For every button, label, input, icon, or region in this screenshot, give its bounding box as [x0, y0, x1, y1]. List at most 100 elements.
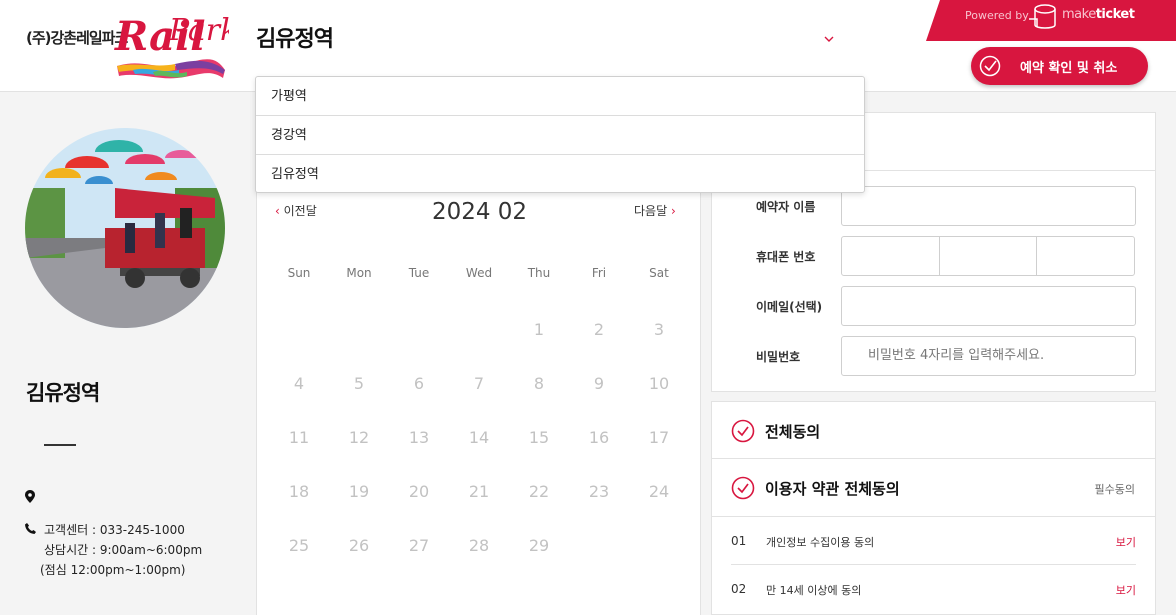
weekday-label: Wed [465, 266, 493, 280]
weekday-label: Tue [408, 266, 430, 280]
powered-by-banner: Powered by maketicket [926, 0, 1176, 41]
calendar-empty-cell [329, 302, 389, 356]
phone-label: 휴대폰 번호 [756, 250, 816, 264]
calendar-day: 5 [353, 373, 365, 393]
calendar-day: 12 [348, 427, 370, 447]
calendar-day: 21 [468, 481, 490, 501]
maketicket-make: make [1062, 7, 1096, 22]
railpark-logo[interactable]: Rail Park [113, 6, 229, 82]
term-row: 02 만 14세 이상에 동의 보기 [731, 565, 1136, 613]
powered-by-label: Powered by [965, 9, 1029, 22]
name-label: 예약자 이름 [756, 200, 816, 214]
calendar-day: 18 [288, 481, 310, 501]
term-text: 개인정보 수집이용 동의 [766, 536, 875, 549]
calendar-day: 2 [593, 319, 605, 339]
name-input[interactable] [841, 186, 1136, 226]
calendar-day: 6 [413, 373, 425, 393]
calendar-empty-cell [449, 302, 509, 356]
weekday-label: Sat [649, 266, 669, 280]
calendar-day: 16 [588, 427, 610, 447]
calendar-day: 10 [648, 373, 670, 393]
term-view-link[interactable]: 보기 [1116, 534, 1136, 550]
calendar-day: 14 [468, 427, 490, 447]
calendar-day: 1 [533, 319, 545, 339]
check-circle-icon [731, 476, 755, 500]
email-input[interactable] [841, 286, 1136, 326]
station-select[interactable]: 김유정역 [256, 22, 838, 58]
password-label: 비밀번호 [756, 350, 801, 364]
customer-center-phone: 고객센터 : 033-245-1000 [44, 523, 185, 537]
calendar-day: 11 [288, 427, 310, 447]
chevron-down-icon [824, 36, 834, 42]
station-photo [25, 128, 225, 328]
calendar-day: 24 [648, 481, 670, 501]
lunch-hours: (점심 12:00pm~1:00pm) [40, 563, 186, 577]
term-number: 01 [731, 534, 747, 548]
agree-terms-row[interactable]: 이용자 약관 전체동의 필수동의 [712, 459, 1155, 517]
weekday-header: Sun Mon Tue Wed Thu Fri Sat [269, 266, 689, 280]
contact-info: 고객센터 : 033-245-1000 상담시간 : 9:00am~6:00pm… [40, 520, 203, 580]
calendar-day: 29 [528, 535, 550, 555]
calendar-day: 20 [408, 481, 430, 501]
dropdown-option[interactable]: 김유정역 [256, 155, 864, 194]
selected-station: 김유정역 [256, 27, 334, 52]
calendar-day: 19 [348, 481, 370, 501]
calendar-day: 23 [588, 481, 610, 501]
weekday-label: Sun [287, 266, 311, 280]
weekday-label: Fri [591, 266, 607, 280]
weekday-label: Thu [527, 266, 551, 280]
maketicket-ticket: ticket [1095, 7, 1135, 22]
station-name: 김유정역 [26, 381, 100, 405]
next-month-button[interactable]: 다음달 › [634, 202, 676, 219]
term-number: 02 [731, 582, 747, 596]
calendar-day: 22 [528, 481, 550, 501]
next-month-label: 다음달 [634, 204, 668, 218]
calendar-day: 27 [408, 535, 430, 555]
term-row: 01 개인정보 수집이용 동의 보기 [731, 517, 1136, 565]
required-badge: 필수동의 [1094, 483, 1135, 496]
calendar-day: 25 [288, 535, 310, 555]
reservation-check-label: 예약 확인 및 취소 [1020, 61, 1118, 76]
calendar-days: 1 2 3 4 5 6 7 8 9 10 11 12 13 14 15 16 17 18 19 20 21 22 23 24 2… [269, 302, 689, 572]
phone-input-3[interactable] [1037, 237, 1134, 275]
calendar-day: 8 [533, 373, 545, 393]
check-circle-icon [979, 55, 1001, 77]
email-label: 이메일(선택) [756, 300, 823, 314]
calendar-day: 13 [408, 427, 430, 447]
location-pin-icon [25, 490, 35, 503]
calendar-day: 28 [468, 535, 490, 555]
calendar-day: 9 [593, 373, 605, 393]
calendar-day: 15 [528, 427, 550, 447]
calendar-day: 3 [653, 319, 665, 339]
chevron-right-icon: › [670, 204, 676, 218]
term-view-link[interactable]: 보기 [1116, 582, 1136, 598]
calendar-day: 26 [348, 535, 370, 555]
phone-icon [25, 523, 36, 534]
weekday-label: Mon [346, 266, 372, 280]
calendar-empty-cell [269, 302, 329, 356]
svg-text:Park: Park [168, 13, 229, 48]
phone-input-1[interactable] [842, 237, 940, 275]
password-input[interactable]: 비밀번호 4자리를 입력해주세요. [841, 336, 1136, 376]
phone-input-group [841, 236, 1135, 276]
reservation-check-button[interactable]: 예약 확인 및 취소 [971, 47, 1148, 85]
agree-all-label: 전체동의 [765, 423, 821, 441]
dropdown-option[interactable]: 가평역 [256, 77, 864, 116]
term-text: 만 14세 이상에 동의 [766, 584, 862, 597]
agree-all-row[interactable]: 전체동의 [712, 402, 1155, 459]
station-info-panel: 김유정역 고객센터 : 033-245-1000 상담시간 : 9:00am~6… [0, 92, 256, 615]
agree-terms-label: 이용자 약관 전체동의 [765, 480, 900, 498]
divider [44, 444, 76, 446]
consult-hours: 상담시간 : 9:00am~6:00pm [44, 543, 203, 557]
maketicket-wordmark: maketicket [1062, 7, 1135, 22]
phone-input-2[interactable] [940, 237, 1038, 275]
calendar-day: 17 [648, 427, 670, 447]
maketicket-logo-icon [1029, 4, 1056, 29]
calendar-empty-cell [389, 302, 449, 356]
station-dropdown: 가평역 경강역 김유정역 [255, 76, 865, 193]
dropdown-option[interactable]: 경강역 [256, 116, 864, 155]
agreement-panel: 전체동의 이용자 약관 전체동의 필수동의 01 개인정보 수집이용 동의 보기… [711, 401, 1156, 615]
check-circle-icon [731, 419, 755, 443]
calendar-day: 4 [293, 373, 305, 393]
calendar-day: 7 [473, 373, 485, 393]
